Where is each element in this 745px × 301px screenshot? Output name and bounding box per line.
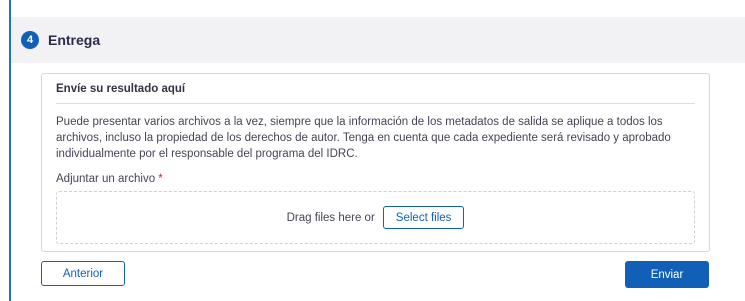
submission-card: Envíe su resultado aquí Puede presentar … (41, 73, 710, 252)
previous-button[interactable]: Anterior (41, 261, 125, 286)
step-number-badge: 4 (21, 31, 39, 49)
dropzone-text: Drag files here or (286, 211, 375, 224)
required-asterisk: * (158, 173, 163, 185)
delivery-step-panel: 4 Entrega Envíe su resultado aquí Puede … (0, 0, 745, 301)
submit-button[interactable]: Enviar (625, 261, 709, 288)
attach-file-label-text: Adjuntar un archivo (56, 173, 156, 185)
card-title: Envíe su resultado aquí (56, 83, 186, 95)
card-description: Puede presentar varios archivos a la vez… (56, 116, 671, 160)
file-dropzone[interactable]: Drag files here or Select files (56, 191, 695, 244)
attach-file-label: Adjuntar un archivo * (56, 173, 163, 185)
select-files-button[interactable]: Select files (382, 206, 465, 229)
section-title: Entrega (48, 32, 101, 48)
card-divider (56, 103, 695, 104)
section-header: 4 Entrega (11, 17, 745, 63)
